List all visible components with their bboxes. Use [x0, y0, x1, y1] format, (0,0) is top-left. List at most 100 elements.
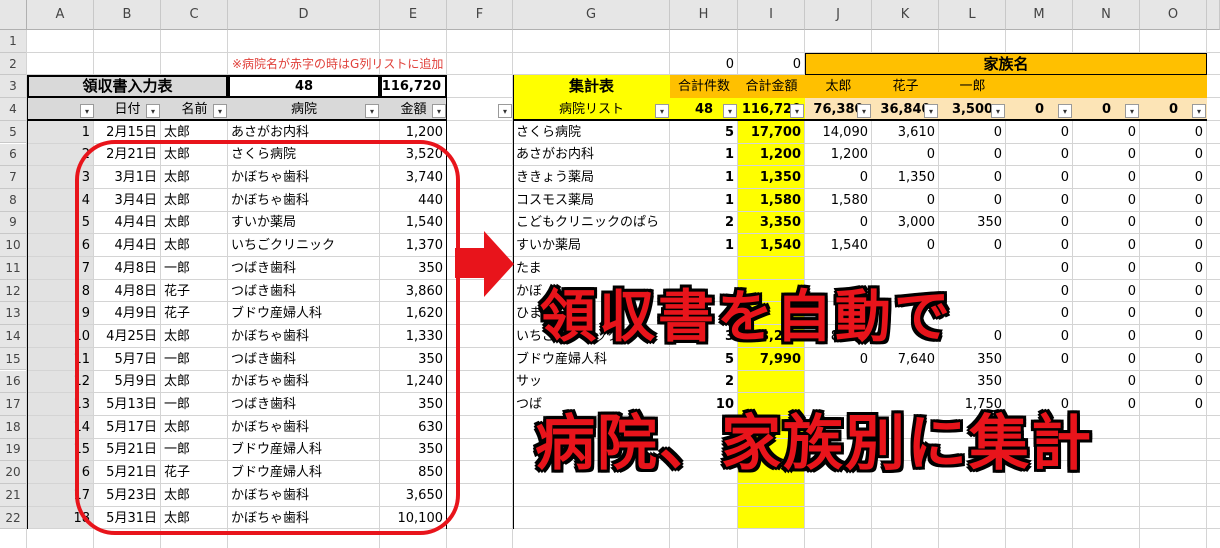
- summary-hospital[interactable]: さくら病院: [513, 121, 670, 144]
- column-header-h[interactable]: H: [670, 0, 738, 30]
- summary-count: 1: [724, 238, 734, 254]
- column-header-f[interactable]: F: [447, 0, 513, 30]
- column-header-d[interactable]: D: [228, 0, 380, 30]
- row-header-11[interactable]: 11: [0, 257, 27, 280]
- summary-family-amount: 0: [1060, 124, 1069, 140]
- summary-hospital[interactable]: すいか薬局: [513, 234, 670, 257]
- summary-family-amount: 1,200: [830, 147, 868, 163]
- column-header-j[interactable]: J: [805, 0, 872, 30]
- summary-family-amount: 0: [1194, 374, 1203, 390]
- summary-family-amount: 3,000: [897, 215, 935, 231]
- summary-amount: [738, 371, 805, 394]
- row-header-14[interactable]: 14: [0, 325, 27, 348]
- row-header-6[interactable]: 6: [0, 143, 27, 167]
- summary-family-amount: 0: [1194, 283, 1203, 299]
- row-header-8[interactable]: 8: [0, 188, 27, 212]
- summary-family-amount: 1,540: [830, 238, 868, 254]
- summary-hospital[interactable]: サッ: [513, 371, 670, 394]
- summary-family-amount: 0: [1127, 260, 1136, 276]
- row-header-4[interactable]: 4: [0, 98, 27, 121]
- summary-family-amount: 350: [977, 374, 1002, 390]
- summary-family-amount: 0: [1194, 397, 1203, 413]
- row-header-17[interactable]: 17: [0, 393, 27, 416]
- summary-family-amount: 0: [1060, 328, 1069, 344]
- overlay-line-2: 病院、家族別に集計: [535, 409, 1093, 479]
- summary-family-amount: 0: [993, 147, 1002, 163]
- row-header-3[interactable]: 3: [0, 75, 27, 99]
- row-header-10[interactable]: 10: [0, 234, 27, 257]
- summary-family-amount: 0: [859, 170, 868, 186]
- summary-family-amount: 0: [1060, 192, 1069, 208]
- summary-family-amount: 0: [1194, 306, 1203, 322]
- summary-family-amount: 0: [1060, 215, 1069, 231]
- summary-family-amount: 0: [1060, 260, 1069, 276]
- column-header-c[interactable]: C: [161, 0, 228, 30]
- row-header-7[interactable]: 7: [0, 166, 27, 189]
- row-header-13[interactable]: 13: [0, 302, 27, 326]
- row-header-12[interactable]: 12: [0, 279, 27, 303]
- summary-family-amount: 0: [1127, 147, 1136, 163]
- row-header-20[interactable]: 20: [0, 461, 27, 484]
- input-highlight-frame: [75, 140, 460, 535]
- row-header-22[interactable]: 22: [0, 506, 27, 530]
- summary-family-amount: 0: [1060, 306, 1069, 322]
- column-header-o[interactable]: O: [1140, 0, 1207, 30]
- column-header-b[interactable]: B: [94, 0, 161, 30]
- summary-amount: 1,540: [759, 238, 801, 254]
- summary-amount: 1,200: [759, 147, 801, 163]
- summary-hospital[interactable]: コスモス薬局: [513, 189, 670, 212]
- summary-family-amount: 0: [926, 147, 935, 163]
- summary-hospital[interactable]: こどもクリニックのぱら: [513, 212, 670, 235]
- summary-family-amount: 0: [1127, 306, 1136, 322]
- summary-count: 1: [724, 170, 734, 186]
- summary-family-amount: 0: [1127, 283, 1136, 299]
- summary-family-amount: 0: [993, 238, 1002, 254]
- summary-family-amount: 0: [1127, 170, 1136, 186]
- summary-family-amount: 0: [1194, 170, 1203, 186]
- summary-family-amount: [872, 371, 939, 394]
- summary-family-amount: 1,580: [830, 192, 868, 208]
- row-header-15[interactable]: 15: [0, 347, 27, 371]
- column-header-l[interactable]: L: [939, 0, 1006, 30]
- row-header-5[interactable]: 5: [0, 120, 27, 144]
- column-header-g[interactable]: G: [513, 0, 670, 30]
- summary-family-amount: 0: [1060, 238, 1069, 254]
- summary-family-amount: 0: [1194, 238, 1203, 254]
- summary-count: 1: [724, 147, 734, 163]
- summary-count: 5: [724, 124, 734, 140]
- summary-family-amount: 1,350: [897, 170, 935, 186]
- summary-family-amount: 0: [1127, 351, 1136, 367]
- column-header-i[interactable]: I: [738, 0, 805, 30]
- summary-count: 1: [724, 192, 734, 208]
- summary-family-amount: 0: [993, 192, 1002, 208]
- column-header-n[interactable]: N: [1073, 0, 1140, 30]
- summary-family-amount: 0: [1127, 124, 1136, 140]
- row-header-16[interactable]: 16: [0, 370, 27, 394]
- row-header-18[interactable]: 18: [0, 415, 27, 439]
- column-header-k[interactable]: K: [872, 0, 939, 30]
- count-i2: 0: [792, 56, 801, 72]
- count-h2: 0: [725, 56, 734, 72]
- summary-family-amount: 0: [1194, 215, 1203, 231]
- summary-family-amount: 0: [859, 215, 868, 231]
- summary-family-amount: [1006, 371, 1073, 394]
- summary-family-amount: 0: [1194, 192, 1203, 208]
- summary-amount: 3,350: [759, 215, 801, 231]
- row-header-2[interactable]: 2: [0, 52, 27, 76]
- summary-family-amount: 0: [1127, 374, 1136, 390]
- row-header-19[interactable]: 19: [0, 438, 27, 462]
- row-header-9[interactable]: 9: [0, 211, 27, 235]
- column-header-e[interactable]: E: [380, 0, 447, 30]
- row-header-1[interactable]: 1: [0, 30, 27, 53]
- summary-hospital[interactable]: あさがお内科: [513, 144, 670, 167]
- summary-family-amount: 0: [1060, 283, 1069, 299]
- select-all-corner[interactable]: [0, 0, 27, 30]
- column-header-m[interactable]: M: [1006, 0, 1073, 30]
- column-header-a[interactable]: A: [27, 0, 94, 30]
- filter-dropdown-icon[interactable]: ▾: [498, 104, 512, 119]
- summary-family-amount: 0: [1127, 328, 1136, 344]
- summary-hospital[interactable]: ききょう薬局: [513, 166, 670, 189]
- row-header-21[interactable]: 21: [0, 484, 27, 507]
- summary-family-amount: 14,090: [822, 124, 869, 140]
- summary-count: 2: [724, 215, 734, 231]
